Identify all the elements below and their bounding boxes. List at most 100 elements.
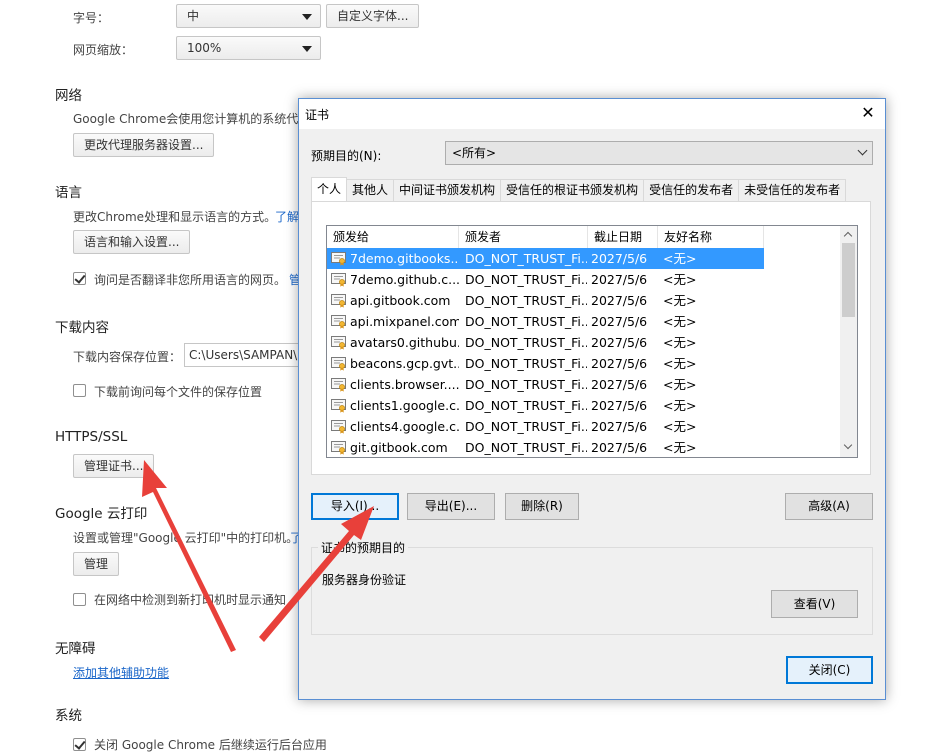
cell-friendly-name: <无> <box>663 440 697 455</box>
download-location-input[interactable]: C:\Users\SAMPAN\D <box>184 343 299 367</box>
zoom-select[interactable]: 100% <box>176 36 321 60</box>
scroll-down-icon[interactable] <box>843 440 853 450</box>
cell-issuer: DO_NOT_TRUST_Fi... <box>465 272 587 287</box>
cell-friendly-name: <无> <box>663 335 697 350</box>
table-row[interactable]: clients.browser.... DO_NOT_TRUST_Fi... 202… <box>327 374 843 395</box>
downloads-section-title: 下载内容 <box>55 320 109 336</box>
background-apps-checkbox[interactable] <box>73 738 86 751</box>
cell-issuer: DO_NOT_TRUST_Fi... <box>465 356 587 371</box>
close-button[interactable]: 关闭(C) <box>786 656 873 684</box>
font-size-value: 中 <box>187 9 200 23</box>
column-issuer[interactable]: 颁发者 <box>459 226 588 248</box>
cell-friendly-name: <无> <box>663 251 697 266</box>
close-icon[interactable]: ✕ <box>851 99 885 129</box>
certificate-icon <box>331 314 346 329</box>
certificate-icon <box>331 335 346 350</box>
cloud-print-manage-button[interactable]: 管理 <box>73 552 120 576</box>
cert-issued-to-text: clients1.google.c... <box>350 398 459 413</box>
table-row[interactable]: avatars0.githubu... DO_NOT_TRUST_Fi... 202… <box>327 332 843 353</box>
certificate-tabs: 个人 其他人 中间证书颁发机构 受信任的根证书颁发机构 受信任的发布者 未受信任… <box>311 177 847 201</box>
cell-issuer: DO_NOT_TRUST_Fi... <box>465 419 587 434</box>
table-row[interactable]: clients4.google.c... DO_NOT_TRUST_Fi... 20… <box>327 416 843 437</box>
tab-trusted-publishers[interactable]: 受信任的发布者 <box>643 179 740 201</box>
table-row[interactable]: clients1.google.c... DO_NOT_TRUST_Fi... 20… <box>327 395 843 416</box>
certificate-icon <box>331 419 346 434</box>
cert-issued-to-text: 7demo.github.c... <box>350 272 459 287</box>
cell-issued-to: api.gitbook.com <box>327 290 459 311</box>
cell-issuer: DO_NOT_TRUST_Fi... <box>465 377 587 392</box>
table-row[interactable]: 7demo.github.c... DO_NOT_TRUST_Fi... 2027/… <box>327 269 843 290</box>
certificate-icon <box>331 377 346 392</box>
purpose-select[interactable]: <所有> <box>445 141 873 165</box>
certificate-icon <box>331 293 346 308</box>
table-row[interactable]: git.gitbook.com DO_NOT_TRUST_Fi... 2027/5/… <box>327 437 843 457</box>
cell-issued-to: api.mixpanel.com <box>327 311 459 332</box>
view-button[interactable]: 查看(V) <box>771 590 858 618</box>
tab-untrusted-publishers[interactable]: 未受信任的发布者 <box>738 179 847 201</box>
certificate-list[interactable]: 颁发给 颁发者 截止日期 友好名称 7demo.gitbooks... DO_NO… <box>326 225 858 458</box>
add-accessibility-features-link[interactable]: 添加其他辅助功能 <box>73 664 169 681</box>
cell-expiration: 2027/5/6 <box>591 356 648 371</box>
table-row[interactable]: api.gitbook.com DO_NOT_TRUST_Fi... 2027/5/… <box>327 290 843 311</box>
cell-issued-to: clients4.google.c... <box>327 416 459 437</box>
background-apps-label: 关闭 Google Chrome 后继续运行后台应用 <box>94 738 327 752</box>
language-learn-more-link[interactable]: 了解 <box>275 208 299 225</box>
ask-save-location-label: 下载前询问每个文件的保存位置 <box>94 385 263 399</box>
tab-trusted-root-ca[interactable]: 受信任的根证书颁发机构 <box>500 179 645 201</box>
certificate-rows: 7demo.gitbooks... DO_NOT_TRUST_Fi... 2027/… <box>327 248 843 457</box>
scroll-thumb[interactable] <box>842 243 855 317</box>
cert-issued-to-text: beacons.gcp.gvt... <box>350 356 459 371</box>
tab-intermediate-ca[interactable]: 中间证书颁发机构 <box>393 179 502 201</box>
advanced-button[interactable]: 高级(A) <box>785 493 873 520</box>
certificates-dialog: 证书 ✕ 预期目的(N): <所有> 个人 其他人 中间证书颁发机构 受信任的根… <box>298 98 886 700</box>
cell-expiration: 2027/5/6 <box>591 293 648 308</box>
scroll-up-icon[interactable] <box>843 231 853 241</box>
certificate-icon <box>331 440 346 455</box>
download-location-label: 下载内容保存位置： <box>73 350 182 364</box>
chevron-down-icon <box>857 145 868 156</box>
cell-issuer: DO_NOT_TRUST_Fi... <box>465 293 587 308</box>
custom-fonts-button[interactable]: 自定义字体... <box>326 4 420 28</box>
cloud-print-section-title: Google 云打印 <box>55 506 148 522</box>
cert-issued-to-text: clients.browser.... <box>350 377 459 392</box>
cell-issued-to: beacons.gcp.gvt... <box>327 353 459 374</box>
tab-other-people[interactable]: 其他人 <box>346 179 395 201</box>
cell-issued-to: clients1.google.c... <box>327 395 459 416</box>
export-button[interactable]: 导出(E)... <box>407 493 495 520</box>
table-row[interactable]: 7demo.gitbooks... DO_NOT_TRUST_Fi... 2027/… <box>327 248 764 269</box>
cell-friendly-name: <无> <box>663 314 697 329</box>
manage-certificates-button[interactable]: 管理证书... <box>73 454 155 478</box>
cell-issuer: DO_NOT_TRUST_Fi... <box>465 335 587 350</box>
font-size-select[interactable]: 中 <box>176 4 321 28</box>
column-issued-to[interactable]: 颁发给 <box>327 226 459 248</box>
font-size-label: 字号： <box>73 11 110 25</box>
chevron-down-icon <box>302 46 312 52</box>
change-proxy-button[interactable]: 更改代理服务器设置... <box>73 133 215 157</box>
remove-button[interactable]: 删除(R) <box>505 493 579 520</box>
zoom-label: 网页缩放： <box>73 43 134 57</box>
cell-issuer: DO_NOT_TRUST_Fi... <box>465 398 587 413</box>
language-description: 更改Chrome处理和显示语言的方式。 <box>73 210 277 224</box>
cert-issued-to-text: api.gitbook.com <box>350 293 451 308</box>
column-expiration[interactable]: 截止日期 <box>588 226 658 248</box>
cell-expiration: 2027/5/6 <box>591 398 648 413</box>
ask-save-location-checkbox[interactable] <box>73 384 86 397</box>
cell-issuer: DO_NOT_TRUST_Fi... <box>465 440 587 455</box>
tab-personal[interactable]: 个人 <box>311 177 348 201</box>
list-scrollbar[interactable] <box>840 226 857 457</box>
cell-expiration: 2027/5/6 <box>591 314 648 329</box>
cert-issued-to-text: api.mixpanel.com <box>350 314 459 329</box>
purpose-value: <所有> <box>452 146 497 160</box>
import-button[interactable]: 导入(I)... <box>311 493 399 520</box>
certificate-icon <box>331 356 346 371</box>
translate-checkbox[interactable] <box>73 272 86 285</box>
cell-issuer: DO_NOT_TRUST_Fi... <box>465 251 587 266</box>
table-row[interactable]: beacons.gcp.gvt... DO_NOT_TRUST_Fi... 2027… <box>327 353 843 374</box>
column-friendly-name[interactable]: 友好名称 <box>658 226 764 248</box>
printer-notify-checkbox[interactable] <box>73 593 86 606</box>
table-row[interactable]: api.mixpanel.com DO_NOT_TRUST_Fi... 2027/5… <box>327 311 843 332</box>
cell-issuer: DO_NOT_TRUST_Fi... <box>465 314 587 329</box>
tab-panel-personal: 颁发给 颁发者 截止日期 友好名称 7demo.gitbooks... DO_NO… <box>311 201 871 475</box>
system-section-title: 系统 <box>55 708 82 724</box>
language-settings-button[interactable]: 语言和输入设置... <box>73 230 191 254</box>
